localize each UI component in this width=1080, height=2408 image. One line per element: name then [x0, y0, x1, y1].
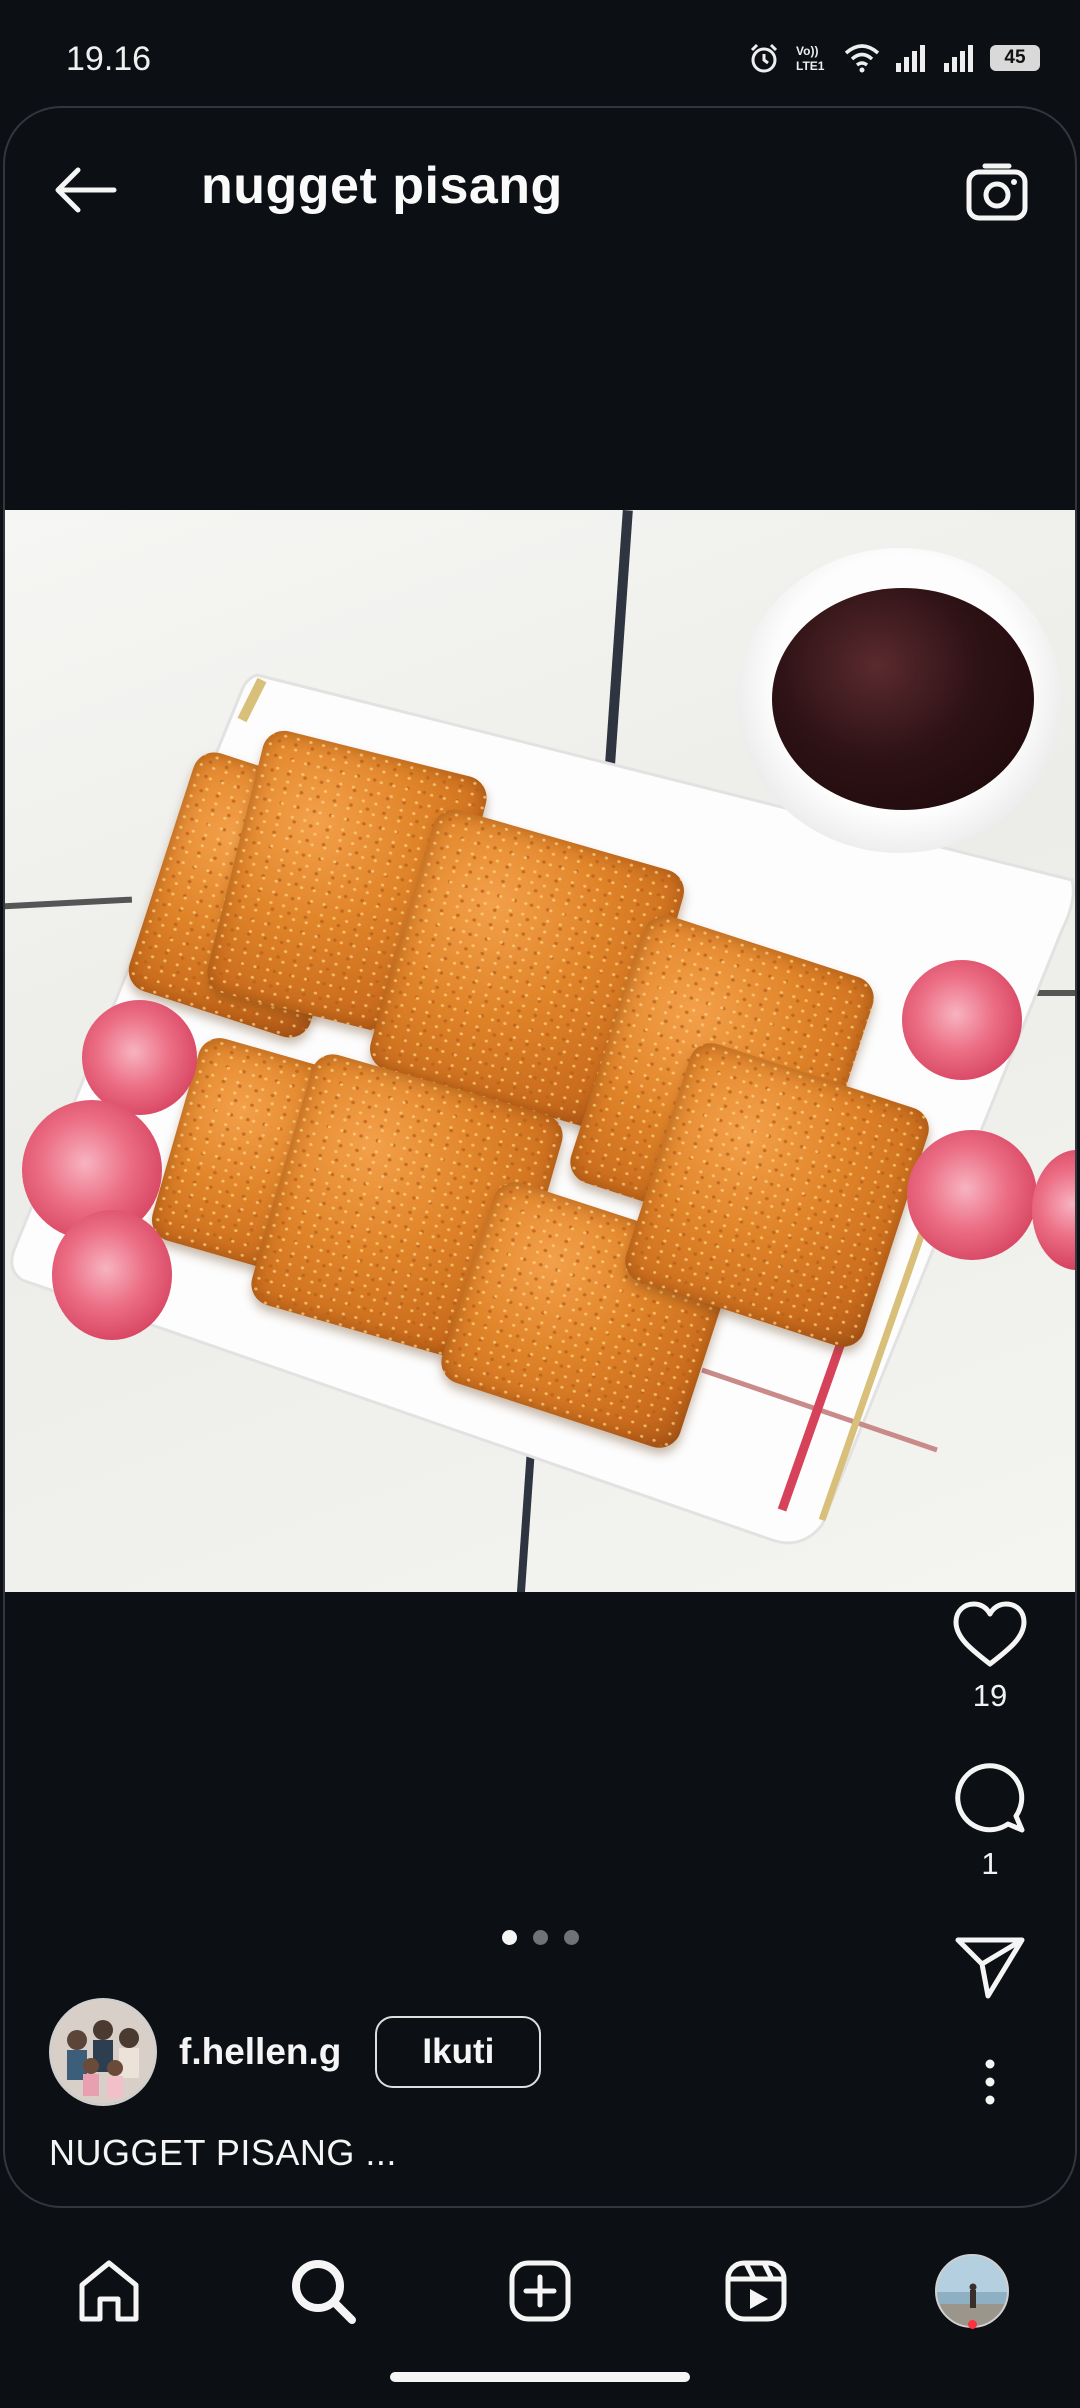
post-viewer: nugget pisang 19 1 f.hellen.g Ikuti NUGG…: [3, 106, 1077, 2208]
author-username[interactable]: f.hellen.g: [179, 2031, 341, 2073]
more-vertical-icon[interactable]: [982, 2058, 998, 2106]
flower: [902, 960, 1022, 1080]
camera-button[interactable]: [957, 152, 1037, 232]
nav-reels[interactable]: [711, 2246, 801, 2336]
nav-create[interactable]: [495, 2246, 585, 2336]
profile-avatar[interactable]: [935, 2254, 1009, 2328]
status-time: 19.16: [66, 40, 152, 78]
chocolate-sauce: [772, 588, 1034, 810]
reels-icon[interactable]: [724, 2259, 788, 2323]
alarm-icon: [750, 43, 778, 73]
carousel-indicator: [502, 1930, 579, 1945]
svg-text:Vo)): Vo)): [796, 44, 818, 58]
camera-icon: [966, 163, 1028, 221]
comment-action[interactable]: 1: [935, 1760, 1045, 1882]
signal-icon-2: [944, 45, 973, 72]
post-caption[interactable]: NUGGET PISANG ...: [49, 2132, 397, 2174]
post-image[interactable]: [5, 510, 1075, 1592]
home-indicator[interactable]: [390, 2372, 690, 2382]
status-icons: Vo)) LTE1 45: [748, 42, 1040, 74]
like-action[interactable]: 19: [935, 1600, 1045, 1714]
svg-text:LTE1: LTE1: [796, 59, 825, 73]
arrow-left-icon: [55, 167, 117, 213]
comment-icon[interactable]: [952, 1760, 1028, 1836]
search-query-title[interactable]: nugget pisang: [201, 156, 563, 216]
heart-icon[interactable]: [952, 1600, 1028, 1668]
nav-search[interactable]: [278, 2246, 368, 2336]
battery-indicator: 45: [990, 45, 1040, 71]
flower: [907, 1130, 1037, 1260]
profile-photo: [937, 2256, 1007, 2326]
volte-icon: Vo)) LTE1: [796, 44, 825, 73]
like-count[interactable]: 19: [973, 1678, 1007, 1714]
notification-dot: [968, 2320, 977, 2329]
signal-icon: [896, 45, 925, 72]
back-button[interactable]: [45, 150, 125, 230]
send-icon[interactable]: [954, 1934, 1026, 2000]
author-avatar[interactable]: [49, 1998, 157, 2106]
wifi-icon: [844, 44, 880, 73]
add-post-icon[interactable]: [508, 2259, 572, 2323]
home-icon[interactable]: [76, 2259, 142, 2323]
carousel-dot-active: [502, 1930, 517, 1945]
carousel-dot: [533, 1930, 548, 1945]
avatar-photo: [51, 2000, 155, 2104]
carousel-dot: [564, 1930, 579, 1945]
flower: [82, 1000, 197, 1115]
top-bar: nugget pisang: [5, 108, 1075, 268]
share-action[interactable]: [935, 1934, 1045, 2000]
author-row: f.hellen.g Ikuti: [49, 1998, 542, 2106]
more-options-action[interactable]: [935, 2058, 1045, 2106]
post-actions: 19 1: [935, 1600, 1045, 2106]
nav-home[interactable]: [64, 2246, 154, 2336]
status-bar: 19.16 Vo)) LTE1 45: [0, 0, 1080, 100]
flower: [52, 1210, 172, 1340]
search-icon[interactable]: [290, 2258, 356, 2324]
comment-count[interactable]: 1: [981, 1846, 998, 1882]
follow-button[interactable]: Ikuti: [375, 2016, 542, 2088]
